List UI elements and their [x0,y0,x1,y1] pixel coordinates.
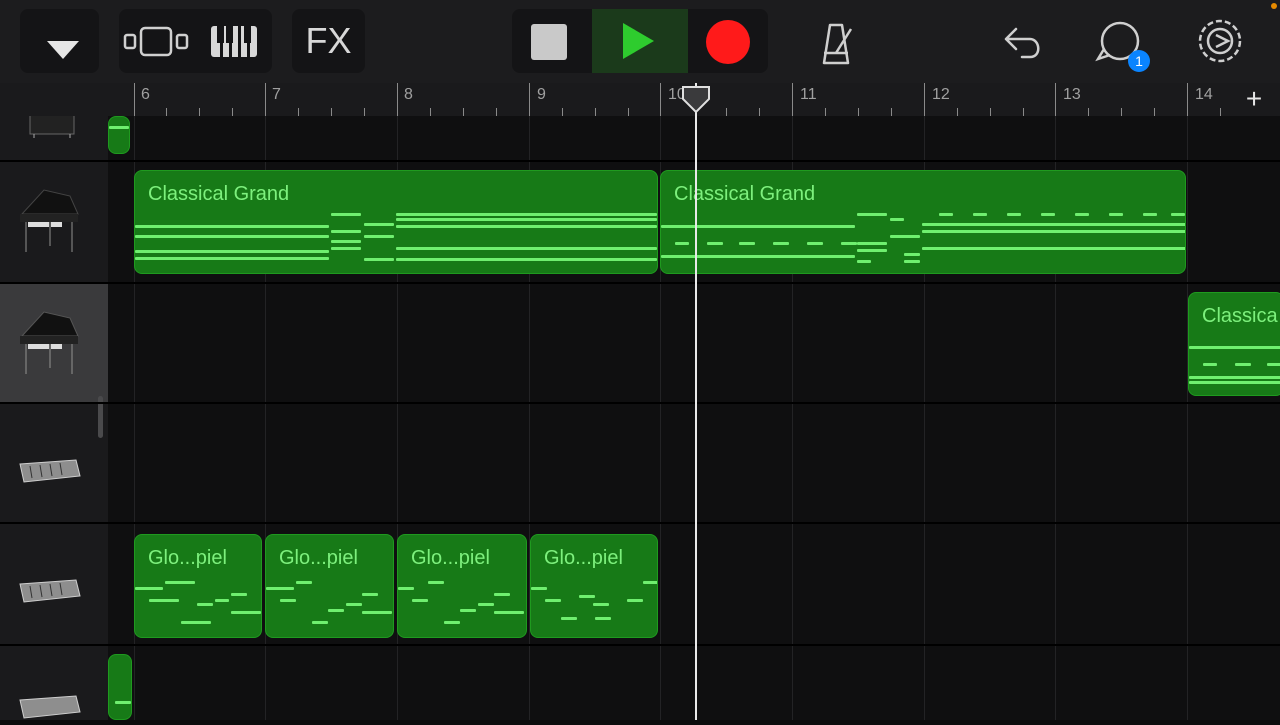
glockenspiel-icon [19,695,81,719]
track-header-4[interactable] [0,524,108,644]
bar-number: 8 [404,86,413,103]
region-name: Glo...piel [148,547,227,569]
stop-button[interactable] [512,9,592,73]
control-bar: FX 1 [0,0,1280,83]
transport-controls [512,9,768,73]
region-glockenspiel-4[interactable]: Glo...piel [530,534,658,638]
track-header-0[interactable] [0,111,108,160]
track-header-2[interactable] [0,284,108,402]
region-glockenspiel-1[interactable]: Glo...piel [134,534,262,638]
record-button[interactable] [688,9,768,73]
region-name: Classical Grand [148,183,290,205]
playhead-handle-icon[interactable] [681,85,711,115]
region-name: Glo...piel [279,547,358,569]
glockenspiel-icon [19,459,81,483]
region-glockenspiel-2[interactable]: Glo...piel [265,534,394,638]
grand-piano-icon [20,311,79,374]
record-icon [706,20,750,64]
region-glockenspiel-partial[interactable] [108,654,132,720]
region-name: Glo...piel [411,547,490,569]
bar-number: 11 [800,86,817,103]
grand-piano-icon [20,189,79,252]
region-name: Classica [1202,305,1278,327]
stop-icon [531,24,567,60]
bar-number: 7 [272,86,281,103]
fx-label: FX [305,20,352,61]
track-header-5[interactable] [0,646,108,720]
bar-number: 6 [141,86,150,103]
browser-menu-button[interactable] [20,9,99,73]
settings-icon[interactable] [1188,9,1252,73]
bar-number: 14 [1195,86,1213,103]
play-button[interactable] [592,9,688,73]
fx-button[interactable]: FX [292,9,365,73]
track-divider [0,282,1280,284]
region-glockenspiel-3[interactable]: Glo...piel [397,534,527,638]
ruler-tick [134,83,135,116]
track-divider [0,522,1280,524]
playhead-line[interactable] [695,83,697,720]
bar-number: 13 [1063,86,1081,103]
view-toggle-group [119,9,272,73]
track-divider [0,160,1280,162]
status-dot [1271,3,1277,9]
region-classical-grand-2[interactable]: Classical Grand [660,170,1186,274]
region-name: Glo...piel [544,547,623,569]
bar-number: 12 [932,86,950,103]
glockenspiel-icon [19,579,81,603]
metronome-icon[interactable] [806,9,866,73]
play-icon [623,23,654,59]
track-header-1[interactable] [0,162,108,282]
triangle-down-icon [47,41,79,59]
tracks-view-icon[interactable] [119,9,195,73]
region-classical-grand-3[interactable]: Classica [1188,292,1280,396]
notification-badge: 1 [1128,50,1150,72]
piano-icon [29,111,75,138]
keyboard-view-icon[interactable] [207,9,267,73]
track-header-3[interactable] [0,404,108,522]
track-divider [0,402,1280,404]
undo-icon[interactable] [992,9,1052,73]
add-section-button[interactable]: + [1238,83,1270,116]
region-classical-grand-1[interactable]: Classical Grand [134,170,658,274]
track-divider [0,644,1280,646]
region-piano-partial[interactable] [108,116,130,154]
bar-number: 9 [537,86,546,103]
